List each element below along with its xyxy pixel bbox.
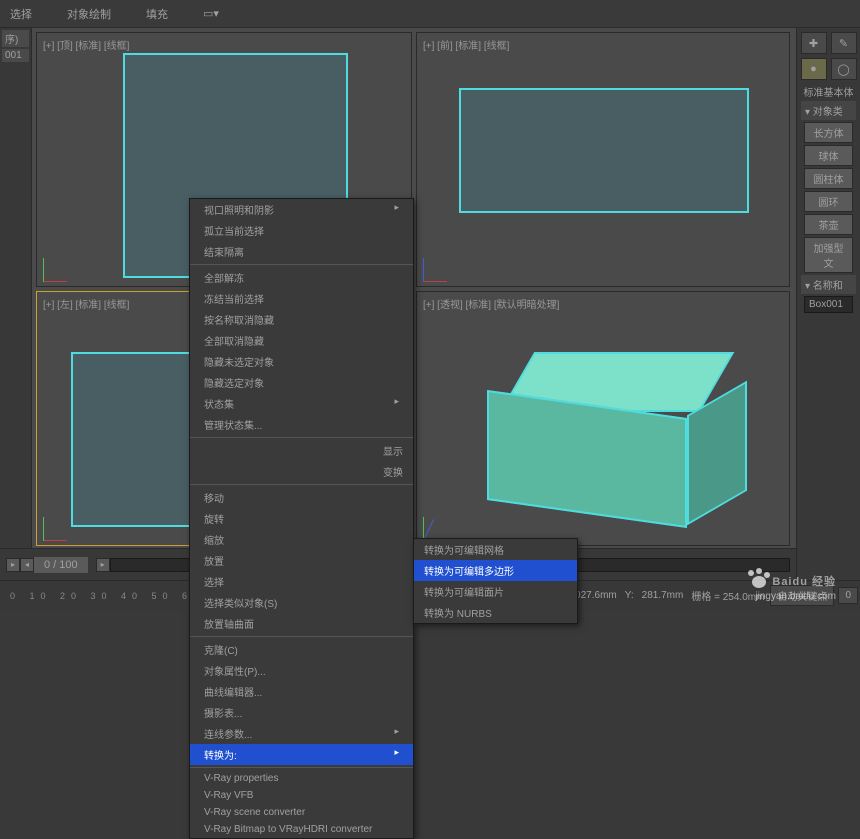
btn-cylinder[interactable]: 圆柱体 (804, 168, 853, 189)
viewport-perspective[interactable]: [+] [透视] [标准] [默认明暗处理] (416, 291, 790, 546)
modify-tab-icon[interactable]: ✎ (831, 32, 857, 54)
btn-teapot[interactable]: 茶壶 (804, 214, 853, 235)
ctx-viewport-lighting[interactable]: 视口照明和阴影 (190, 199, 413, 220)
section-object-type[interactable]: ▾ 对象类 (801, 101, 856, 120)
ctx-scale[interactable]: 缩放 (190, 529, 413, 550)
object-name-input[interactable]: Box001 (804, 296, 853, 313)
ctx-vray-scene-conv[interactable]: V-Ray scene converter (190, 804, 413, 821)
geometry-icon[interactable]: ● (801, 58, 827, 80)
convert-submenu: 转换为可编辑网格 转换为可编辑多边形 转换为可编辑面片 转换为 NURBS (413, 538, 578, 624)
ctx-vray-props[interactable]: V-Ray properties (190, 770, 413, 787)
ctx-curve-editor[interactable]: 曲线编辑器... (190, 681, 413, 702)
menu-fill[interactable]: 填充 (146, 6, 168, 22)
separator (190, 264, 413, 265)
ctx-select[interactable]: 选择 (190, 571, 413, 592)
ctx-freeze-selection[interactable]: 冻结当前选择 (190, 288, 413, 309)
watermark: Baidu 经验 jingyan.baidu.com (746, 565, 836, 602)
sub-editable-patch[interactable]: 转换为可编辑面片 (414, 581, 577, 602)
sub-editable-poly[interactable]: 转换为可编辑多边形 (414, 560, 577, 581)
paw-icon (746, 568, 772, 590)
viewport-area: [+] [顶] [标准] [线框] [+] [前] [标准] [线框] [+] … (32, 28, 796, 548)
leftstrip-label-2: 001 (2, 49, 29, 62)
panel-category: 标准基本体 (799, 84, 858, 99)
axis-gizmo (43, 511, 73, 541)
keyframe-button[interactable]: 0 (838, 587, 858, 604)
ctx-display-header: 显示 (190, 440, 413, 461)
vp-persp-label: [+] [透视] [标准] [默认明暗处理] (423, 296, 559, 311)
timeline-expand-icon[interactable]: ▸ (6, 558, 20, 572)
watermark-subtitle: jingyan.baidu.com (746, 591, 836, 602)
ctx-object-properties[interactable]: 对象属性(P)... (190, 660, 413, 681)
vp-front-shape (459, 88, 749, 213)
ctx-place[interactable]: 放置 (190, 550, 413, 571)
shapes-icon[interactable]: ◯ (831, 58, 857, 80)
menu-select[interactable]: 选择 (10, 6, 32, 22)
ctx-transform-header: 变换 (190, 461, 413, 482)
ctx-hide-unselected[interactable]: 隐藏未选定对象 (190, 351, 413, 372)
sub-editable-mesh[interactable]: 转换为可编辑网格 (414, 539, 577, 560)
axis-gizmo (43, 252, 73, 282)
vp-front-label: [+] [前] [标准] [线框] (423, 37, 509, 52)
ctx-vray-vfb[interactable]: V-Ray VFB (190, 787, 413, 804)
ctx-isolate[interactable]: 孤立当前选择 (190, 220, 413, 241)
axis-gizmo (423, 511, 453, 541)
context-menu: 视口照明和阴影 孤立当前选择 结束隔离 全部解冻 冻结当前选择 按名称取消隐藏 … (189, 198, 414, 839)
vp-left-label: [+] [左] [标准] [线框] (43, 296, 129, 311)
current-frame: 0 / 100 (34, 557, 88, 573)
create-tab-icon[interactable]: ✚ (801, 32, 827, 54)
btn-torus[interactable]: 圆环 (804, 191, 853, 212)
separator (190, 437, 413, 438)
btn-textplus[interactable]: 加强型文 (804, 237, 853, 273)
separator (190, 636, 413, 637)
vp-top-label: [+] [顶] [标准] [线框] (43, 37, 129, 52)
separator (190, 484, 413, 485)
menu-misc-icon[interactable]: ▭▾ (203, 7, 219, 20)
menu-draw[interactable]: 对象绘制 (67, 6, 111, 22)
ctx-place-pivot[interactable]: 放置轴曲面 (190, 613, 413, 634)
ctx-wire-params[interactable]: 连线参数... (190, 723, 413, 744)
ctx-hide-selection[interactable]: 隐藏选定对象 (190, 372, 413, 393)
axis-gizmo (423, 252, 453, 282)
timeline-next-icon[interactable]: ▸ (96, 558, 110, 572)
watermark-title: Baidu 经验 (746, 565, 836, 591)
coord-y-label: Y: (621, 590, 638, 601)
leftstrip-label-1: 序) (2, 30, 29, 47)
left-strip: 序) 001 (0, 28, 32, 548)
timeline-prev-icon[interactable]: ◂ (20, 558, 34, 572)
ctx-unfreeze-all[interactable]: 全部解冻 (190, 267, 413, 288)
coord-z-value: 281.7mm (638, 590, 688, 601)
btn-box[interactable]: 长方体 (804, 122, 853, 143)
command-panel: ✚ ✎ ● ◯ 标准基本体 ▾ 对象类 长方体 球体 圆柱体 圆环 茶壶 加强型… (796, 28, 860, 580)
ctx-state-sets[interactable]: 状态集 (190, 393, 413, 414)
ctx-rotate[interactable]: 旋转 (190, 508, 413, 529)
ctx-convert-to[interactable]: 转换为: (190, 744, 413, 765)
ctx-unhide-by-name[interactable]: 按名称取消隐藏 (190, 309, 413, 330)
ctx-move[interactable]: 移动 (190, 487, 413, 508)
viewport-front[interactable]: [+] [前] [标准] [线框] (416, 32, 790, 287)
ctx-clone[interactable]: 克隆(C) (190, 639, 413, 660)
ctx-end-isolate[interactable]: 结束隔离 (190, 241, 413, 262)
btn-sphere[interactable]: 球体 (804, 145, 853, 166)
section-name-color[interactable]: ▾ 名称和 (801, 275, 856, 294)
box-3d (487, 352, 747, 532)
sub-nurbs[interactable]: 转换为 NURBS (414, 602, 577, 623)
ctx-unhide-all[interactable]: 全部取消隐藏 (190, 330, 413, 351)
ctx-dope-sheet[interactable]: 摄影表... (190, 702, 413, 723)
ctx-manage-state-sets[interactable]: 管理状态集... (190, 414, 413, 435)
ctx-vray-bitmap-conv[interactable]: V-Ray Bitmap to VRayHDRI converter (190, 821, 413, 838)
separator (190, 767, 413, 768)
